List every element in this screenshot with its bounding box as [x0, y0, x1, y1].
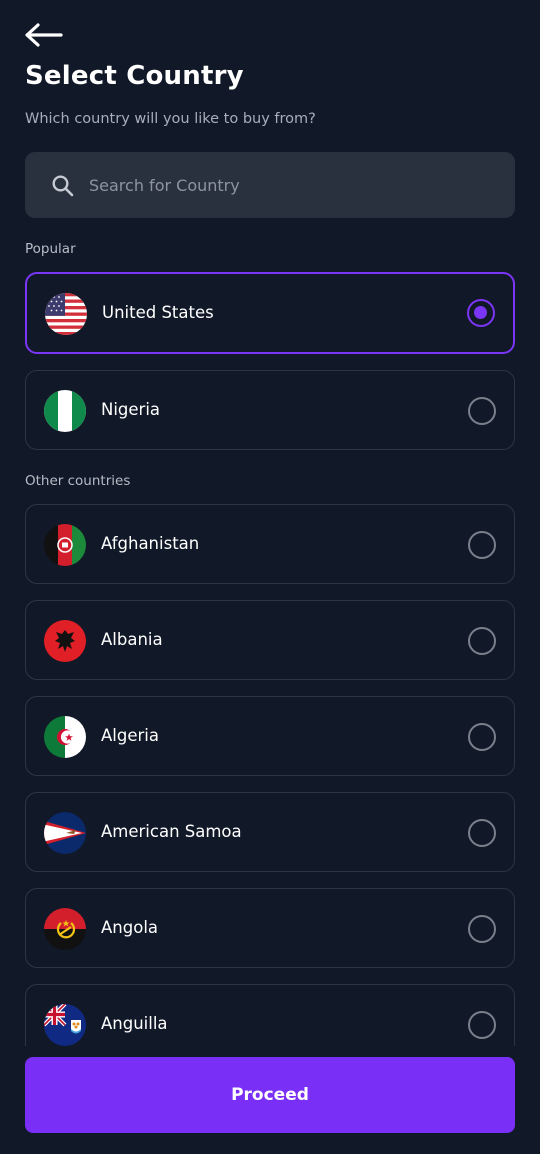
- country-option-united-states[interactable]: United States: [25, 272, 515, 354]
- country-name: United States: [102, 303, 214, 322]
- radio-unselected[interactable]: [468, 915, 496, 943]
- radio-dot: [474, 306, 487, 319]
- country-option-american-samoa[interactable]: American Samoa: [25, 792, 515, 872]
- radio-unselected[interactable]: [468, 819, 496, 847]
- search-icon: [52, 175, 74, 197]
- nigeria-flag-icon: [44, 390, 86, 432]
- us-flag-icon: [44, 292, 87, 335]
- afghanistan-flag-icon: [44, 524, 86, 566]
- country-name: Anguilla: [101, 1014, 168, 1033]
- section-label-popular: Popular: [25, 241, 76, 257]
- arrow-left-icon: [25, 23, 63, 47]
- page-subtitle: Which country will you like to buy from?: [25, 111, 316, 127]
- radio-selected[interactable]: [467, 299, 495, 327]
- country-name: American Samoa: [101, 822, 242, 841]
- radio-unselected[interactable]: [468, 531, 496, 559]
- proceed-button[interactable]: Proceed: [25, 1057, 515, 1133]
- radio-unselected[interactable]: [468, 723, 496, 751]
- country-option-albania[interactable]: Albania: [25, 600, 515, 680]
- search-field[interactable]: [25, 152, 515, 218]
- country-option-algeria[interactable]: Algeria: [25, 696, 515, 776]
- country-option-nigeria[interactable]: Nigeria: [25, 370, 515, 450]
- anguilla-flag-icon: [44, 1004, 86, 1046]
- country-option-angola[interactable]: Angola: [25, 888, 515, 968]
- country-name: Albania: [101, 630, 163, 649]
- section-label-other: Other countries: [25, 473, 131, 489]
- country-option-anguilla[interactable]: Anguilla: [25, 984, 515, 1046]
- country-name: Angola: [101, 918, 159, 937]
- country-name: Algeria: [101, 726, 159, 745]
- algeria-flag-icon: [44, 716, 86, 758]
- country-name: Afghanistan: [101, 534, 200, 553]
- country-list-area: Select Country Which country will you li…: [0, 0, 540, 1046]
- country-option-afghanistan[interactable]: Afghanistan: [25, 504, 515, 584]
- search-input[interactable]: [89, 152, 489, 218]
- page-title: Select Country: [25, 61, 244, 91]
- back-button[interactable]: [24, 22, 64, 48]
- radio-unselected[interactable]: [468, 627, 496, 655]
- country-name: Nigeria: [101, 400, 161, 419]
- radio-unselected[interactable]: [468, 397, 496, 425]
- american-samoa-flag-icon: [44, 812, 86, 854]
- radio-unselected[interactable]: [468, 1011, 496, 1039]
- angola-flag-icon: [44, 908, 86, 950]
- albania-flag-icon: [44, 620, 86, 662]
